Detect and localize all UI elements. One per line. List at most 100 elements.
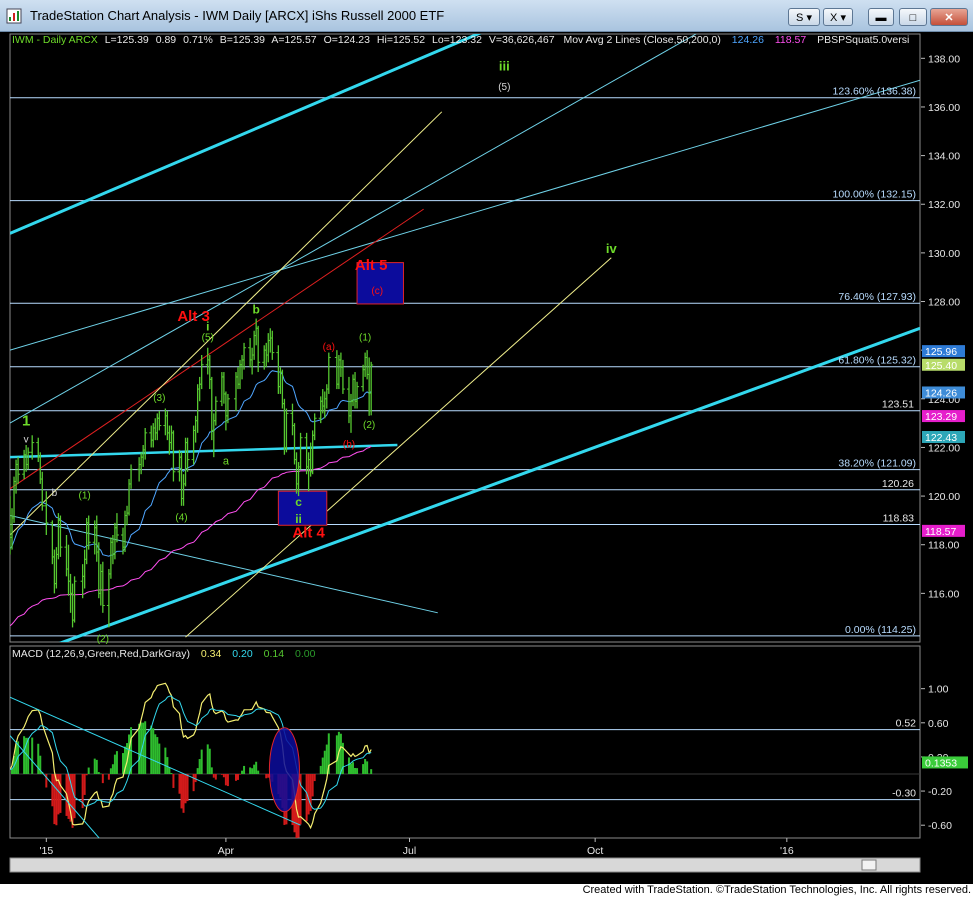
price-tag-label: 122.43: [925, 432, 957, 444]
macd-tick-label: -0.20: [928, 786, 952, 798]
price-tick-label: 132.00: [928, 199, 960, 211]
header-pct: 0.71%: [183, 34, 213, 46]
macd-axis: -0.60-0.200.200.601.000.1353: [921, 684, 968, 832]
alt4-target-box: [277, 490, 328, 526]
wave-label: (1): [359, 332, 371, 343]
window-titlebar: TradeStation Chart Analysis - IWM Daily …: [0, 0, 973, 32]
price-tick-label: 122.00: [928, 442, 960, 454]
price-plot-frame: [9, 33, 921, 643]
footer: Created with TradeStation. ©TradeStation…: [0, 884, 973, 898]
macd-tick-label: 0.60: [928, 718, 949, 730]
date-axis: '15 Apr Jul Oct '16: [39, 838, 794, 857]
wave-label: (1): [79, 491, 91, 502]
chevron-down-icon: ▾: [840, 12, 846, 24]
wave-label: b: [52, 488, 58, 499]
price-header: IWM - Daily ARCX L=125.39 0.89 0.71% B=1…: [12, 34, 909, 46]
fib-level-label: 76.40% (127.93): [838, 291, 916, 303]
header-study2: PBSPSquat5.0versi: [817, 34, 909, 46]
wave-label: (3): [153, 393, 165, 404]
close-button[interactable]: ✕: [930, 8, 968, 26]
wave-label: (a): [323, 342, 335, 353]
price-axis: 116.00118.00120.00122.00124.00126.00128.…: [921, 53, 965, 600]
tradestation-app-icon: [6, 8, 22, 24]
macd-value: 0.34: [201, 648, 222, 660]
fib-level-label: 123.60% (136.38): [833, 86, 916, 98]
date-tick-label: Jul: [403, 845, 416, 857]
header-study: Mov Avg 2 Lines (Close,50,200,0): [563, 34, 720, 46]
header-ma50: 124.26: [732, 34, 764, 46]
wave-label: Alt 4: [292, 524, 325, 541]
wave-label: (5): [498, 82, 510, 93]
macd-label: MACD (12,26,9,Green,Red,DarkGray): [12, 648, 190, 660]
price-plot-background: [9, 33, 921, 643]
price-level-label: 120.26: [882, 478, 914, 490]
symbol-link-label: S: [796, 12, 804, 24]
price-tag-label: 118.57: [925, 526, 956, 538]
maximize-button[interactable]: □: [899, 8, 927, 26]
macd-highlight-ellipse: [268, 727, 300, 813]
date-tick-label: Oct: [587, 845, 603, 857]
price-level-label: 118.83: [883, 513, 914, 525]
price-tick-label: 138.00: [928, 53, 960, 65]
wave-label: c: [295, 495, 302, 509]
price-tick-label: 116.00: [928, 588, 959, 600]
wave-label: b: [252, 303, 259, 317]
chevron-down-icon: ▾: [806, 12, 812, 24]
macd-zero-value: 0.00: [295, 648, 316, 660]
symbol-link-button[interactable]: S ▾: [788, 8, 820, 26]
price-tick-label: 136.00: [928, 102, 960, 114]
copyright-text: Created with TradeStation. ©TradeStation…: [582, 884, 971, 896]
price-tag-label: 125.40: [925, 360, 957, 372]
chart-svg[interactable]: 123.60% (136.38) 100.00% (132.15) 76.40% (…: [0, 32, 973, 884]
wave-label: (c): [371, 286, 383, 297]
minimize-button[interactable]: ▬: [868, 8, 894, 26]
chart-area[interactable]: 123.60% (136.38) 100.00% (132.15) 76.40% (…: [0, 32, 973, 884]
header-open: O=124.23: [324, 34, 371, 46]
fib-level-label: 100.00% (132.15): [833, 189, 916, 201]
wave-label: (4): [175, 512, 187, 523]
macd-level-label: 0.52: [896, 718, 917, 730]
macd-tick-label: 1.00: [928, 684, 949, 696]
date-tick-label: Apr: [218, 845, 235, 857]
macd-plot-frame: [9, 645, 921, 839]
header-last: L=125.39: [105, 34, 149, 46]
header-bid: B=125.39: [220, 34, 265, 46]
wave-label: v: [24, 435, 29, 446]
maximize-icon: □: [909, 12, 917, 24]
price-tick-label: 130.00: [928, 248, 960, 260]
price-tick-label: 128.00: [928, 297, 960, 309]
price-tag-label: 123.29: [925, 411, 957, 423]
macd-header: MACD (12,26,9,Green,Red,DarkGray) 0.34 0…: [12, 648, 316, 660]
header-ask: A=125.57: [271, 34, 316, 46]
price-level-label: 123.51: [882, 399, 914, 411]
window-link-label: X: [830, 12, 838, 24]
macd-level-label: -0.30: [892, 788, 916, 800]
price-tick-label: 118.00: [928, 540, 959, 552]
horizontal-scrollbar[interactable]: [9, 857, 921, 873]
close-icon: ✕: [944, 12, 954, 24]
scrollbar-track: [9, 857, 921, 873]
wave-label: (2): [363, 420, 375, 431]
header-ma200: 118.57: [775, 34, 806, 46]
wave-label: (5): [202, 332, 214, 343]
fib-level-label: 0.00% (114.25): [845, 624, 916, 636]
price-tag-label: 124.26: [925, 387, 957, 399]
wave-label: Alt 5: [355, 257, 388, 274]
macd-plot-background: [9, 645, 921, 839]
macd-value-tag-label: 0.1353: [925, 757, 957, 769]
wave-label: iii: [499, 58, 510, 73]
fib-level-label: 61.80% (125.32): [838, 355, 916, 367]
header-low: Lo=123.32: [432, 34, 482, 46]
window-title: TradeStation Chart Analysis - IWM Daily …: [30, 8, 445, 23]
macd-diff-value: 0.14: [264, 648, 285, 660]
header-high: Hi=125.52: [377, 34, 425, 46]
minimize-icon: ▬: [875, 12, 887, 24]
macd-tick-label: -0.60: [928, 820, 952, 832]
wave-label: a: [223, 455, 230, 467]
header-symbol: IWM - Daily ARCX: [12, 34, 98, 46]
date-tick-label: '16: [780, 845, 794, 857]
wave-label: 1: [22, 413, 30, 430]
window-link-button[interactable]: X ▾: [823, 8, 853, 26]
scrollbar-thumb: [861, 859, 877, 871]
fib-level-label: 38.20% (121.09): [838, 458, 916, 470]
